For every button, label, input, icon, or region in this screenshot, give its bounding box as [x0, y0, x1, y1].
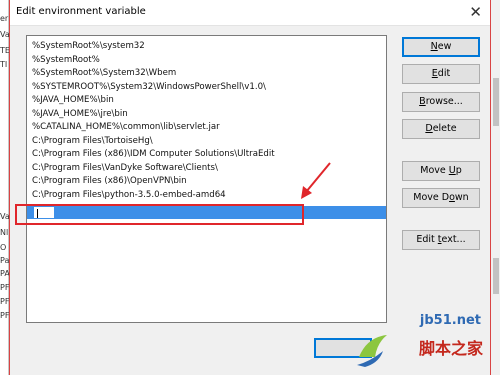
- background-text: Nl: [0, 228, 9, 237]
- path-list[interactable]: %SystemRoot%\system32 %SystemRoot% %Syst…: [26, 35, 387, 323]
- browse-button[interactable]: Browse...: [402, 92, 480, 112]
- ok-button[interactable]: [314, 338, 372, 358]
- background-text: er: [0, 14, 9, 23]
- list-item[interactable]: C:\Program Files\python-3.5.0-embed-amd6…: [27, 189, 386, 202]
- background-scrollbar: [493, 78, 499, 126]
- background-text: TE: [0, 46, 9, 55]
- background-text: Va: [0, 30, 9, 39]
- move-up-button[interactable]: Move Up: [402, 161, 480, 181]
- title-bar: Edit environment variable ✕: [10, 0, 490, 26]
- list-item[interactable]: %SystemRoot%\System32\Wbem: [27, 67, 386, 80]
- background-text: Pa: [0, 256, 9, 265]
- background-text: PF: [0, 283, 9, 292]
- move-down-button[interactable]: Move Down: [402, 188, 480, 208]
- list-item[interactable]: C:\Program Files\VanDyke Software\Client…: [27, 162, 386, 175]
- list-item[interactable]: %CATALINA_HOME%\common\lib\servlet.jar: [27, 121, 386, 134]
- edit-text-button[interactable]: Edit text...: [402, 230, 480, 250]
- background-text: PF: [0, 297, 9, 306]
- list-item[interactable]: %JAVA_HOME%\jre\bin: [27, 108, 386, 121]
- background-text: PF: [0, 311, 9, 320]
- annotation-highlight-box: [15, 204, 304, 225]
- list-item[interactable]: %SystemRoot%: [27, 54, 386, 67]
- list-item[interactable]: %JAVA_HOME%\bin: [27, 94, 386, 107]
- list-item[interactable]: C:\Program Files\TortoiseHg\: [27, 135, 386, 148]
- list-item[interactable]: C:\Program Files (x86)\IDM Computer Solu…: [27, 148, 386, 161]
- delete-button[interactable]: Delete: [402, 119, 480, 139]
- new-button[interactable]: New: [402, 37, 480, 57]
- background-scrollbar: [493, 258, 499, 294]
- edit-environment-variable-dialog: Edit environment variable ✕ %SystemRoot%…: [9, 0, 491, 375]
- list-item[interactable]: %SYSTEMROOT%\System32\WindowsPowerShell\…: [27, 81, 386, 94]
- background-window-right: [490, 0, 500, 375]
- list-item[interactable]: C:\Program Files (x86)\OpenVPN\bin: [27, 175, 386, 188]
- background-text: PA: [0, 269, 9, 278]
- background-text: O: [0, 243, 7, 252]
- background-text: TI: [0, 60, 8, 69]
- list-item[interactable]: %SystemRoot%\system32: [27, 40, 386, 53]
- close-icon[interactable]: ✕: [469, 3, 482, 21]
- dialog-title: Edit environment variable: [16, 6, 146, 17]
- background-window: er Va TE TI Va Nl O Pa PA PF PF PF: [0, 0, 9, 375]
- background-text: Va: [0, 212, 9, 221]
- edit-button[interactable]: Edit: [402, 64, 480, 84]
